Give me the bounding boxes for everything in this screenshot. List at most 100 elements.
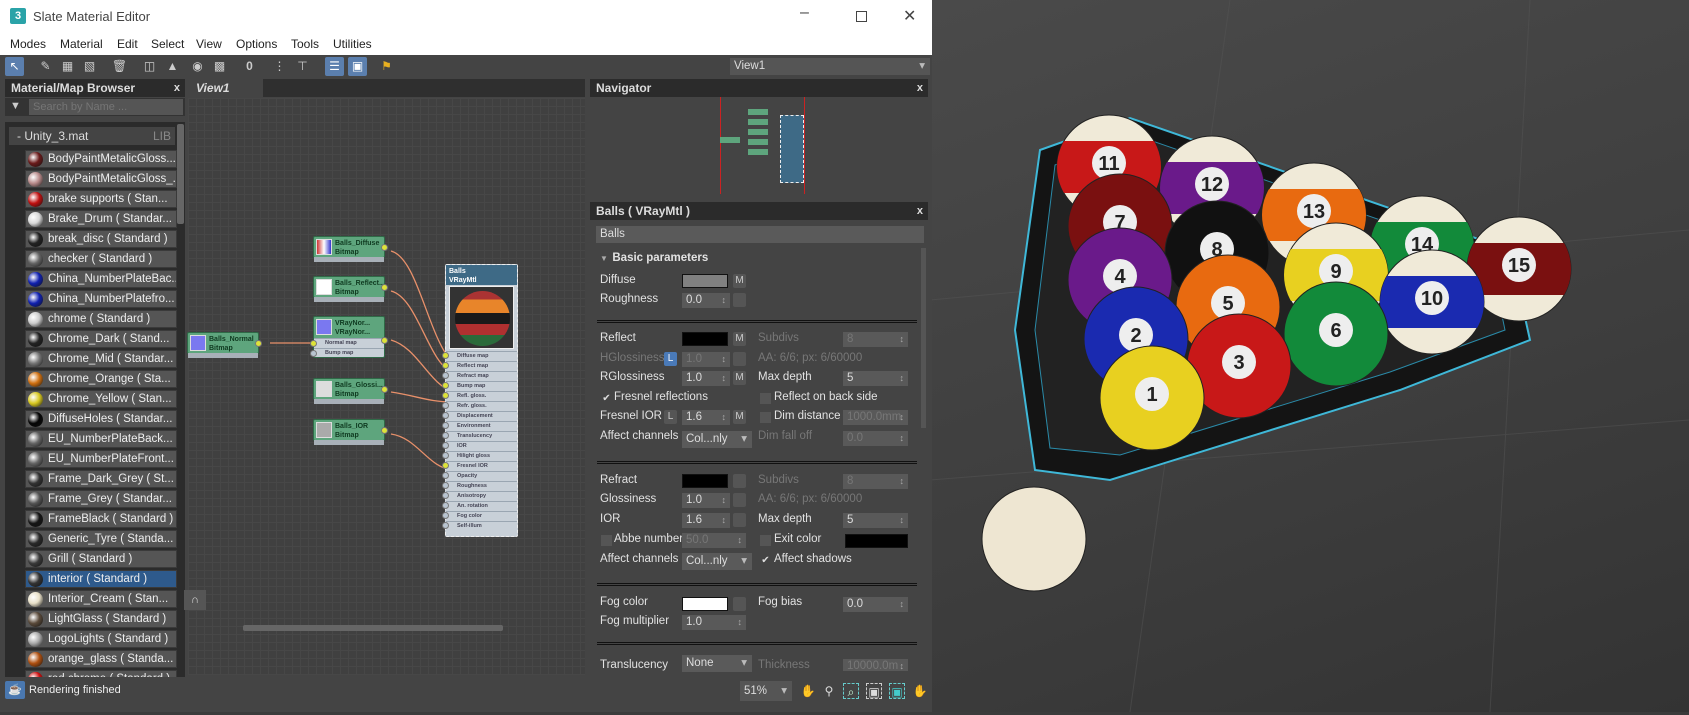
node-balls-diffuse[interactable]: Balls_Diffuse Bitmap (313, 236, 388, 262)
fresnel-ior-spinner[interactable]: 1.6 (682, 410, 730, 425)
diffuse-map-button[interactable]: M (733, 274, 746, 288)
menu-utilities[interactable]: Utilities (333, 37, 372, 51)
search-input[interactable] (29, 99, 183, 115)
zoom-icon[interactable]: ⚲ (821, 683, 837, 699)
rglossiness-map-button[interactable]: M (733, 371, 746, 385)
material-list-item[interactable]: China_NumberPlatefro... (25, 290, 177, 308)
params-scrollbar[interactable] (921, 248, 926, 428)
node-balls-reflect[interactable]: Balls_Reflect... Bitmap (313, 276, 388, 302)
material-list-item[interactable]: chrome ( Standard ) (25, 310, 177, 328)
checker-bg-icon[interactable]: ▩ (210, 57, 229, 76)
parameter-editor-icon[interactable]: ▣ (348, 57, 367, 76)
abbe-number-checkbox[interactable] (601, 535, 612, 546)
output-socket[interactable] (255, 340, 262, 347)
pan-icon[interactable]: ✋ (800, 683, 816, 699)
material-list-item[interactable]: DiffuseHoles ( Standar... (25, 410, 177, 428)
input-socket[interactable] (442, 392, 449, 399)
hide-unused-icon[interactable]: ▲ (163, 57, 182, 76)
input-socket[interactable] (442, 452, 449, 459)
navigate-icon[interactable]: ∩ (184, 590, 206, 610)
ior-map-button[interactable] (733, 513, 746, 527)
minimize-button[interactable]: – (800, 4, 809, 22)
input-socket[interactable] (442, 402, 449, 409)
input-socket[interactable] (442, 372, 449, 379)
search-options-icon[interactable]: ▼ (10, 100, 21, 112)
rglossiness-spinner[interactable]: 1.0 (682, 371, 730, 386)
reflect-max-depth-spinner[interactable]: 5 (843, 371, 908, 386)
affect-shadows-checkbox[interactable]: ✔ (760, 555, 771, 566)
navigator-view[interactable] (590, 97, 928, 194)
material-list-item[interactable]: Chrome_Orange ( Sta... (25, 370, 177, 388)
material-list-item[interactable]: Chrome_Yellow ( Stan... (25, 390, 177, 408)
hglossiness-lock-button[interactable]: L (664, 352, 677, 366)
material-list-item[interactable]: brake supports ( Stan... (25, 190, 177, 208)
delete-icon[interactable]: 🗑 (110, 57, 129, 76)
node-balls-normal[interactable]: Balls_Normal Bitmap (187, 332, 262, 358)
reflect-map-button[interactable]: M (733, 332, 746, 346)
fresnel-reflections-checkbox[interactable]: ✔ (601, 393, 612, 404)
abbe-number-spinner[interactable]: 50.0 (682, 533, 746, 548)
thickness-spinner[interactable]: 10000.0m (843, 659, 908, 671)
fog-color-map-button[interactable] (733, 597, 746, 611)
input-socket[interactable] (442, 352, 449, 359)
affect-channels-reflect-dropdown[interactable]: Col...nly (682, 431, 752, 448)
input-socket[interactable] (442, 382, 449, 389)
zoom-extents-selected-icon[interactable]: ▣ (889, 683, 905, 699)
node-vray-normal-map[interactable]: VRayNor... VRayNor... Normal map Bump ma… (310, 316, 388, 358)
roughness-spinner[interactable]: 0.0 (682, 293, 730, 308)
material-list-item[interactable]: Brake_Drum ( Standar... (25, 210, 177, 228)
material-list-item[interactable]: LightGlass ( Standard ) (25, 610, 177, 628)
input-socket[interactable] (442, 362, 449, 369)
material-id-icon[interactable]: 0 (240, 57, 259, 76)
reflect-color-swatch[interactable] (682, 332, 728, 346)
layout-children-icon[interactable]: ⊤ (293, 57, 312, 76)
material-list-item[interactable]: FrameBlack ( Standard ) (25, 510, 177, 528)
horizontal-scrollbar[interactable] (243, 625, 503, 631)
hglossiness-map-button[interactable] (733, 352, 746, 366)
input-socket[interactable] (442, 462, 449, 469)
hglossiness-spinner[interactable]: 1.0 (682, 352, 730, 367)
input-socket[interactable] (442, 482, 449, 489)
node-balls-vraymtl[interactable]: Balls VRayMtl Diffuse map Reflect map Refr… (442, 264, 518, 537)
params-close-button[interactable]: x (917, 202, 923, 220)
refract-map-button[interactable] (733, 474, 746, 488)
menu-options[interactable]: Options (236, 37, 277, 51)
dim-falloff-spinner[interactable]: 0.0 (843, 431, 908, 446)
list-scrollbar[interactable] (177, 124, 184, 224)
eyedropper-icon[interactable]: ✎ (36, 57, 55, 76)
material-list-item[interactable]: checker ( Standard ) (25, 250, 177, 268)
material-list-item[interactable]: BodyPaintMetalicGloss... (25, 150, 177, 168)
search-field[interactable]: ▼ (5, 98, 185, 116)
rollout-basic-parameters[interactable]: ▼ Basic parameters (600, 252, 708, 264)
glossiness-spinner[interactable]: 1.0 (682, 493, 730, 508)
material-list-item[interactable]: EU_NumberPlateBack... (25, 430, 177, 448)
output-socket[interactable] (381, 284, 388, 291)
close-button[interactable]: ✕ (903, 6, 916, 26)
library-header[interactable]: - Unity_3.mat LIB (9, 127, 175, 145)
assign-material-icon[interactable]: ▧ (80, 57, 99, 76)
input-socket[interactable] (310, 340, 317, 347)
maximize-button[interactable] (856, 11, 867, 22)
affect-channels-refract-dropdown[interactable]: Col...nly (682, 553, 752, 570)
dim-distance-spinner[interactable]: 1000.0mm (843, 410, 908, 425)
input-socket[interactable] (442, 412, 449, 419)
input-socket[interactable] (442, 472, 449, 479)
material-list-item[interactable]: break_disc ( Standard ) (25, 230, 177, 248)
refract-subdivs-spinner[interactable]: 8 (843, 474, 908, 489)
node-balls-ior[interactable]: Balls_IOR Bitmap (313, 419, 388, 445)
menu-tools[interactable]: Tools (291, 37, 319, 51)
material-list-item[interactable]: EU_NumberPlateFront... (25, 450, 177, 468)
zoom-extents-icon[interactable]: ▣ (866, 683, 882, 699)
input-socket[interactable] (442, 442, 449, 449)
material-list-item[interactable]: Interior_Cream ( Stan... (25, 590, 177, 608)
put-to-scene-icon[interactable]: ▦ (58, 57, 77, 76)
output-socket[interactable] (381, 427, 388, 434)
navigator-close-button[interactable]: x (917, 79, 923, 97)
layout-all-icon[interactable]: ⋮ (270, 57, 289, 76)
collapse-icon[interactable]: - (17, 129, 21, 143)
menu-modes[interactable]: Modes (10, 37, 46, 51)
material-list-item[interactable]: Grill ( Standard ) (25, 550, 177, 568)
material-list-item[interactable]: BodyPaintMetalicGloss_... (25, 170, 177, 188)
select-tool-icon[interactable]: ↖ (5, 57, 24, 76)
output-socket[interactable] (381, 337, 388, 344)
